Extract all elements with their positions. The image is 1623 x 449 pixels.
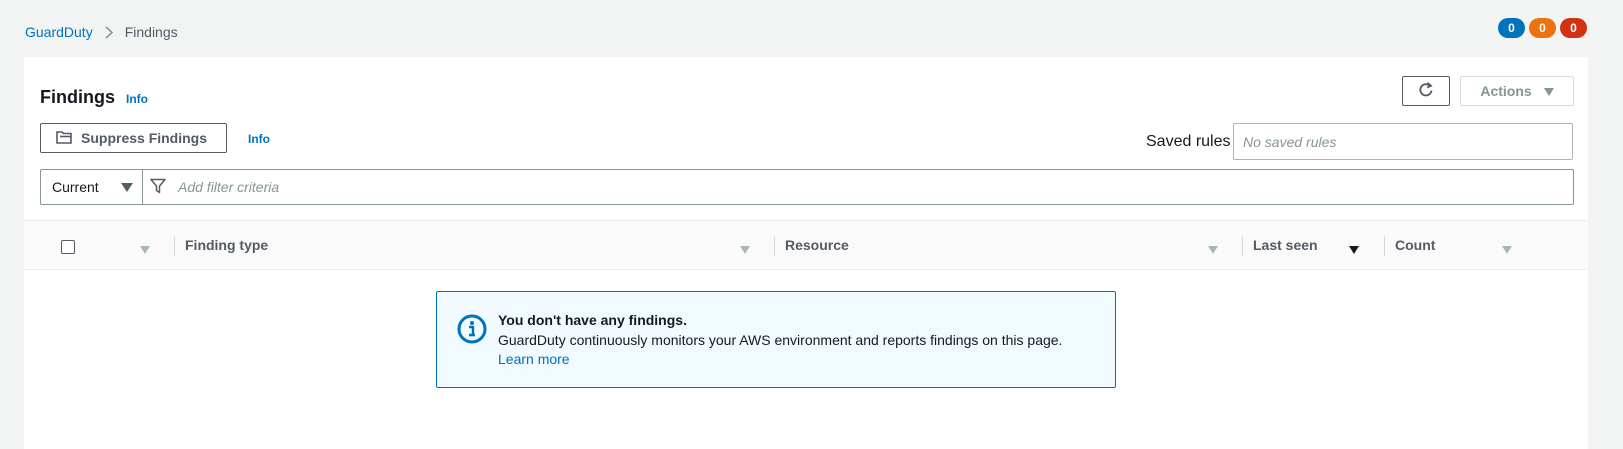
findings-panel: Findings Info Actions Suppress Findings … xyxy=(24,57,1588,449)
alert-message: GuardDuty continuously monitors your AWS… xyxy=(498,332,1063,348)
panel-header: Findings Info xyxy=(40,87,148,108)
column-divider xyxy=(1242,236,1243,256)
folder-icon xyxy=(56,130,81,147)
breadcrumb-current: Findings xyxy=(124,24,178,40)
refresh-icon xyxy=(1417,81,1435,102)
column-divider xyxy=(174,236,175,256)
caret-down-icon xyxy=(1543,83,1554,99)
badge-error-count[interactable]: 0 xyxy=(1560,18,1587,38)
saved-rules-select[interactable]: No saved rules xyxy=(1233,123,1573,160)
refresh-button[interactable] xyxy=(1402,76,1450,106)
info-circle-icon xyxy=(457,314,487,347)
badge-info-count[interactable]: 0 xyxy=(1498,18,1525,38)
filter-bar: Current Add filter criteria xyxy=(40,169,1574,205)
page-title: Findings xyxy=(40,87,115,107)
filter-criteria-input[interactable]: Add filter criteria xyxy=(143,170,1573,204)
chevron-right-icon xyxy=(105,25,113,39)
notification-badges: 0 0 0 xyxy=(1498,18,1587,38)
caret-down-icon xyxy=(121,179,133,195)
title-info-link[interactable]: Info xyxy=(126,92,148,106)
saved-rules-placeholder: No saved rules xyxy=(1243,133,1337,150)
badge-warning-count[interactable]: 0 xyxy=(1529,18,1556,38)
suppress-findings-button[interactable]: Suppress Findings xyxy=(40,123,227,153)
filter-placeholder: Add filter criteria xyxy=(178,179,280,195)
column-divider xyxy=(1384,236,1385,256)
breadcrumb-guardduty-link[interactable]: GuardDuty xyxy=(25,24,93,40)
finding-type-sort-icon[interactable] xyxy=(740,241,750,257)
column-count[interactable]: Count xyxy=(1395,221,1435,269)
column-finding-type[interactable]: Finding type xyxy=(185,221,268,269)
suppress-info-link[interactable]: Info xyxy=(248,132,270,146)
count-sort-icon[interactable] xyxy=(1502,241,1512,257)
severity-sort-icon[interactable] xyxy=(140,241,150,257)
actions-label: Actions xyxy=(1480,83,1532,99)
last-seen-sort-desc-icon[interactable] xyxy=(1349,241,1359,257)
suppress-findings-label: Suppress Findings xyxy=(81,130,208,146)
column-divider xyxy=(774,236,775,256)
empty-findings-alert: You don't have any findings. GuardDuty c… xyxy=(436,291,1116,388)
alert-title: You don't have any findings. xyxy=(498,312,687,328)
finding-status-value: Current xyxy=(52,179,99,195)
column-last-seen[interactable]: Last seen xyxy=(1253,221,1318,269)
resource-sort-icon[interactable] xyxy=(1208,241,1218,257)
breadcrumb: GuardDuty Findings xyxy=(25,22,178,42)
finding-status-select[interactable]: Current xyxy=(41,170,143,204)
select-all-checkbox[interactable] xyxy=(61,240,75,254)
filter-icon xyxy=(150,178,178,197)
findings-table-header: Finding type Resource Last seen Count xyxy=(24,220,1588,270)
learn-more-link[interactable]: Learn more xyxy=(498,351,570,367)
column-resource[interactable]: Resource xyxy=(785,221,849,269)
actions-dropdown-button[interactable]: Actions xyxy=(1460,76,1574,106)
saved-rules-label: Saved rules xyxy=(1146,133,1231,150)
